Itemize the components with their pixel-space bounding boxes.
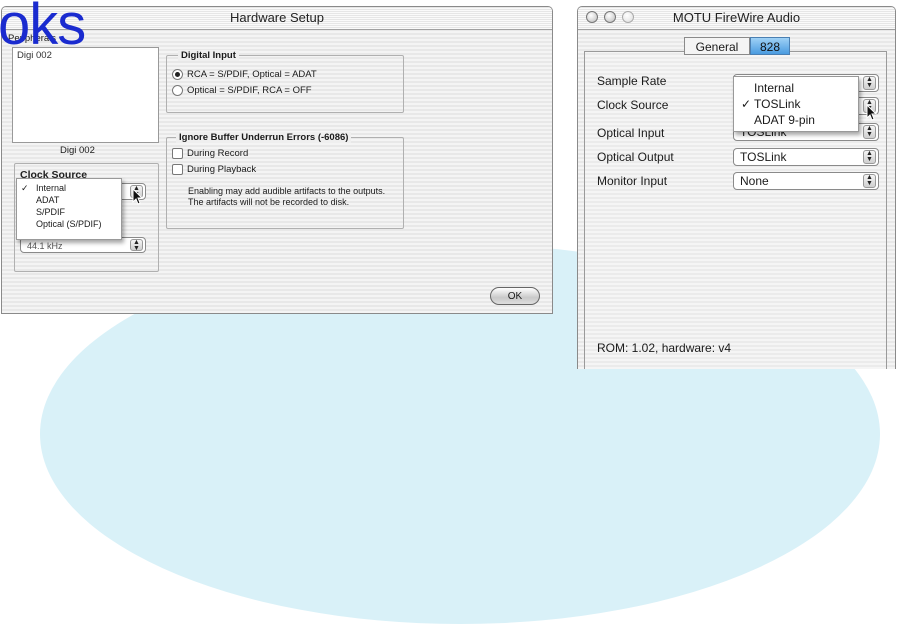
window-title: MOTU FireWire Audio bbox=[672, 10, 801, 25]
digital-input-option-2[interactable]: Optical = S/PDIF, RCA = OFF bbox=[172, 85, 312, 96]
overlay-text: oks bbox=[0, 0, 86, 57]
digital-input-option-2-label: Optical = S/PDIF, RCA = OFF bbox=[187, 85, 312, 96]
motu-clock-item-toslink[interactable]: ✓ TOSLink bbox=[734, 96, 858, 112]
sample-rate-label: Sample Rate bbox=[597, 74, 667, 88]
buffer-note-line1: Enabling may add audible artifacts to th… bbox=[188, 186, 386, 196]
clock-source-label: Clock Source bbox=[597, 98, 669, 112]
during-record-option[interactable]: During Record bbox=[172, 148, 248, 159]
during-playback-option[interactable]: During Playback bbox=[172, 164, 256, 175]
buffer-underrun-title: Ignore Buffer Underrun Errors (-6086) bbox=[176, 132, 352, 143]
motu-clock-item-adat[interactable]: ADAT 9-pin bbox=[734, 112, 858, 128]
motu-clock-item-label: TOSLink bbox=[754, 97, 801, 111]
clock-menu-item-internal[interactable]: ✓ Internal bbox=[17, 182, 121, 194]
device-name-label: Digi 002 bbox=[60, 145, 95, 156]
monitor-input-label: Monitor Input bbox=[597, 174, 668, 188]
motu-clock-item-label: ADAT 9-pin bbox=[754, 113, 815, 127]
cursor-arrow-icon bbox=[132, 188, 144, 205]
motu-titlebar: MOTU FireWire Audio bbox=[578, 7, 895, 30]
motu-clock-menu: Internal ✓ TOSLink ADAT 9-pin bbox=[733, 76, 859, 132]
window-close-icon[interactable] bbox=[586, 11, 598, 23]
clock-menu-item-label: Internal bbox=[36, 183, 67, 193]
window-controls bbox=[586, 11, 634, 23]
popup-arrows-icon: ▲▼ bbox=[863, 125, 876, 139]
clock-menu-item-label: Optical (S/PDIF) bbox=[36, 219, 102, 229]
sample-rate-value: 44.1 kHz bbox=[27, 241, 63, 251]
digital-input-option-1-label: RCA = S/PDIF, Optical = ADAT bbox=[187, 69, 317, 80]
tab-general[interactable]: General bbox=[684, 37, 750, 55]
popup-arrows-icon: ▲▼ bbox=[863, 174, 876, 188]
clock-menu-item-label: ADAT bbox=[36, 195, 60, 205]
during-record-checkbox[interactable] bbox=[172, 148, 183, 159]
radio-selected-icon[interactable] bbox=[172, 69, 183, 80]
window-zoom-icon[interactable] bbox=[622, 11, 634, 23]
clock-source-menu: ✓ Internal ADAT S/PDIF Optical (S/PDIF) bbox=[16, 178, 122, 240]
peripherals-list[interactable]: Digi 002 bbox=[12, 47, 159, 143]
window-title: Hardware Setup bbox=[230, 10, 324, 25]
optical-input-label: Optical Input bbox=[597, 126, 665, 140]
monitor-input-value: None bbox=[740, 174, 769, 188]
popup-arrows-icon: ▲▼ bbox=[130, 239, 143, 252]
ok-button[interactable]: OK bbox=[490, 287, 540, 305]
during-record-label: During Record bbox=[187, 148, 249, 159]
clock-menu-item-spdif[interactable]: S/PDIF bbox=[17, 206, 121, 218]
radio-unselected-icon[interactable] bbox=[172, 85, 183, 96]
checkmark-icon: ✓ bbox=[21, 183, 29, 193]
monitor-input-popup[interactable]: None ▲ ▼ bbox=[733, 172, 879, 190]
tab-828[interactable]: 828 bbox=[750, 37, 790, 55]
checkmark-icon: ✓ bbox=[741, 97, 752, 111]
motu-clock-item-internal[interactable]: Internal bbox=[734, 80, 858, 96]
popup-arrows-icon: ▲▼ bbox=[863, 150, 876, 164]
clock-menu-item-label: S/PDIF bbox=[36, 207, 66, 217]
motu-window: MOTU FireWire Audio General 828 Sample R… bbox=[577, 6, 896, 369]
optical-output-popup[interactable]: TOSLink ▲ ▼ bbox=[733, 148, 879, 166]
clock-menu-item-optical[interactable]: Optical (S/PDIF) bbox=[17, 218, 121, 230]
during-playback-label: During Playback bbox=[187, 164, 257, 175]
popup-arrows-icon: ▲▼ bbox=[863, 76, 876, 90]
window-minimize-icon[interactable] bbox=[604, 11, 616, 23]
during-playback-checkbox[interactable] bbox=[172, 164, 183, 175]
optical-output-value: TOSLink bbox=[740, 150, 787, 164]
clock-menu-item-adat[interactable]: ADAT bbox=[17, 194, 121, 206]
motu-clock-item-label: Internal bbox=[754, 81, 795, 95]
digital-input-option-1[interactable]: RCA = S/PDIF, Optical = ADAT bbox=[172, 69, 317, 80]
optical-output-label: Optical Output bbox=[597, 150, 674, 164]
rom-hardware-footer: ROM: 1.02, hardware: v4 bbox=[597, 341, 732, 355]
cursor-arrow-icon bbox=[866, 104, 878, 121]
buffer-note-line2: The artifacts will not be recorded to di… bbox=[188, 197, 350, 207]
digital-input-group bbox=[166, 55, 404, 113]
digital-input-title: Digital Input bbox=[178, 50, 239, 61]
